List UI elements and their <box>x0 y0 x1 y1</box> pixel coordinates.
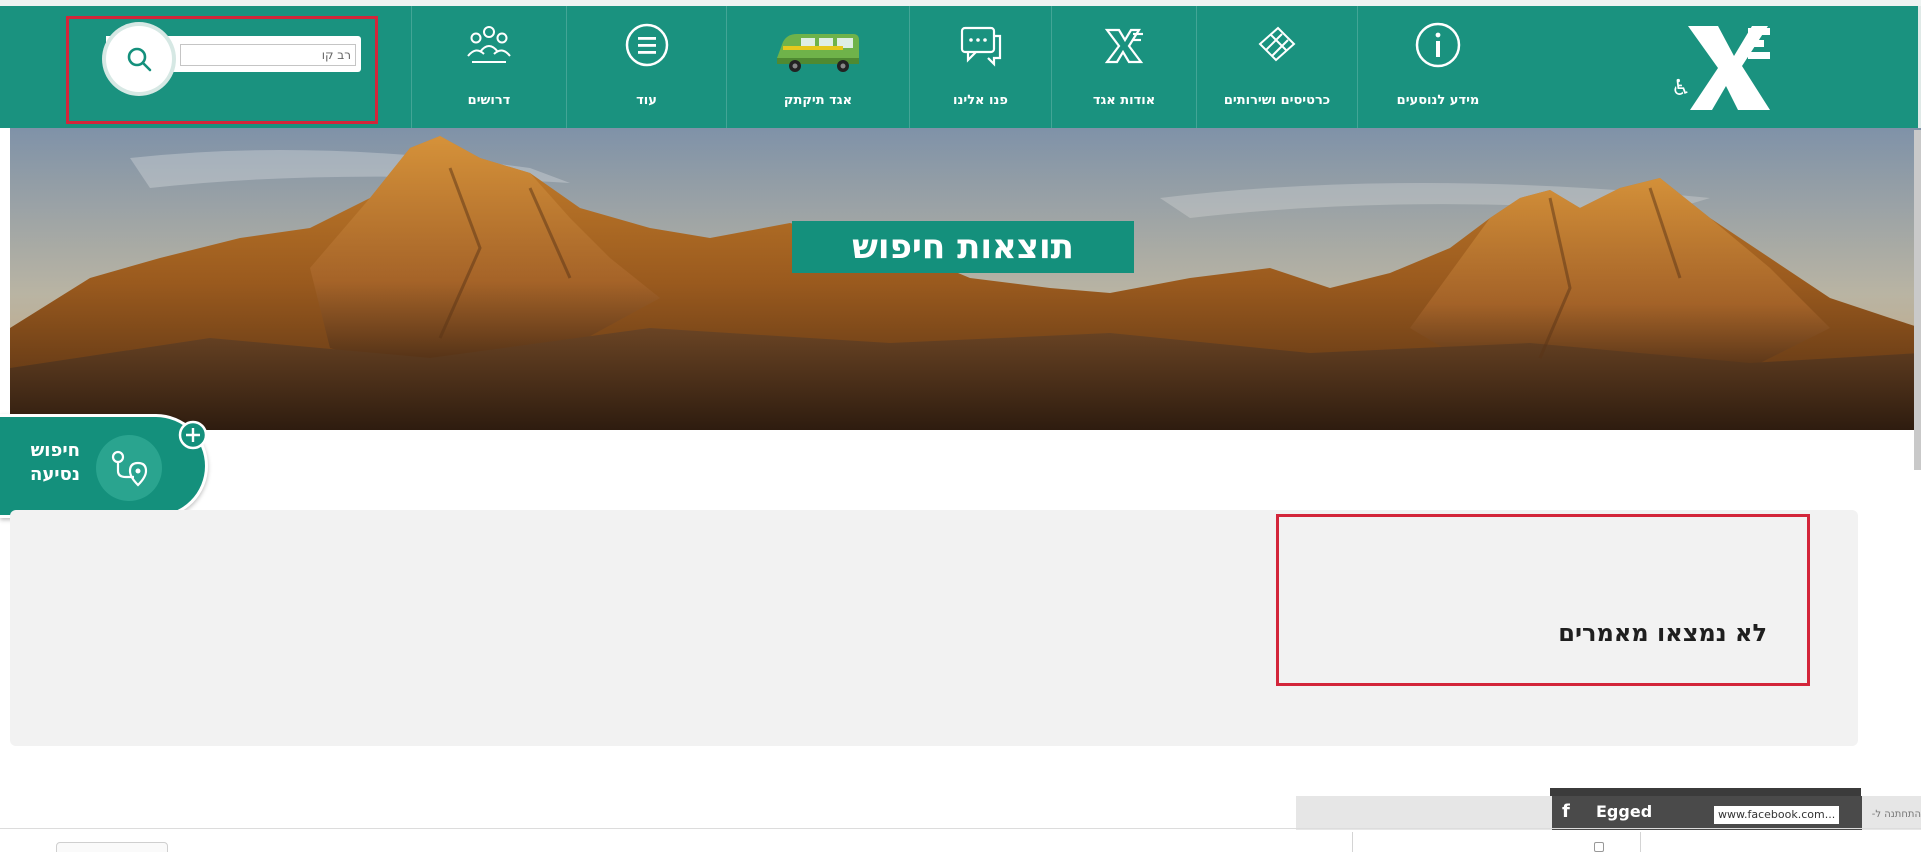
search-icon[interactable] <box>126 46 152 72</box>
route-icon <box>111 450 148 487</box>
footer-separator <box>1352 832 1353 852</box>
facebook-hint-text: התחתנה ל- <box>1871 809 1921 820</box>
no-results-message: לא נמצאו מאמרים <box>1558 619 1767 647</box>
nav-label: דרושים <box>467 93 511 108</box>
facebook-url[interactable]: www.facebook.com... <box>1714 806 1840 824</box>
facebook-page-name[interactable]: Egged <box>1596 800 1652 824</box>
trip-search-tab[interactable]: חיפוש נסיעה <box>0 414 208 518</box>
menu-icon <box>625 23 668 67</box>
nav-label: מידע לנוסעים <box>1396 93 1480 108</box>
chat-icon <box>960 26 1001 67</box>
footer-divider <box>0 828 1921 829</box>
page-title: תוצאות חיפוש <box>792 221 1134 273</box>
trip-search-label: חיפוש נסיעה <box>29 440 80 485</box>
nav-label: אגד תיקתק <box>783 93 853 108</box>
hero-banner <box>10 128 1921 430</box>
nav-item-passenger-info[interactable]: מידע לנוסעים <box>1357 6 1518 128</box>
plus-icon[interactable] <box>178 420 208 450</box>
accessibility-icon[interactable]: ♿ <box>1668 74 1694 104</box>
tickets-icon <box>1258 26 1296 62</box>
nav-item-tiktak[interactable]: אגד תיקתק <box>726 6 909 128</box>
main-nav: מידע לנוסעים כרטיסים ושירותים אודות אגד … <box>411 6 1518 128</box>
nav-item-jobs[interactable]: דרושים <box>411 6 566 128</box>
nav-label: עוד <box>636 93 657 108</box>
facebook-icon: f <box>1562 801 1570 822</box>
nav-item-more[interactable]: עוד <box>566 6 726 128</box>
info-icon <box>1415 22 1461 68</box>
people-icon <box>467 26 511 63</box>
nav-label: אודות אגד <box>1092 93 1156 108</box>
nav-label: כרטיסים ושירותים <box>1223 93 1331 108</box>
search-input[interactable] <box>180 44 356 66</box>
checkbox-icon[interactable] <box>1594 842 1604 852</box>
page-scrollbar[interactable] <box>1914 130 1921 470</box>
nav-item-about[interactable]: אודות אגד <box>1051 6 1196 128</box>
nav-item-contact[interactable]: פנו אלינו <box>909 6 1051 128</box>
egged-x-icon <box>1104 28 1144 64</box>
egged-logo[interactable] <box>1682 16 1778 112</box>
footer-separator <box>1640 832 1641 852</box>
nav-item-tickets[interactable]: כרטיסים ושירותים <box>1196 6 1357 128</box>
nav-label: פנו אלינו <box>953 93 1008 108</box>
mountain-landscape-image <box>10 128 1921 430</box>
minibus-icon <box>777 34 859 72</box>
empty-results-highlight: לא נמצאו מאמרים <box>1276 514 1810 686</box>
footer-button[interactable] <box>56 842 168 852</box>
